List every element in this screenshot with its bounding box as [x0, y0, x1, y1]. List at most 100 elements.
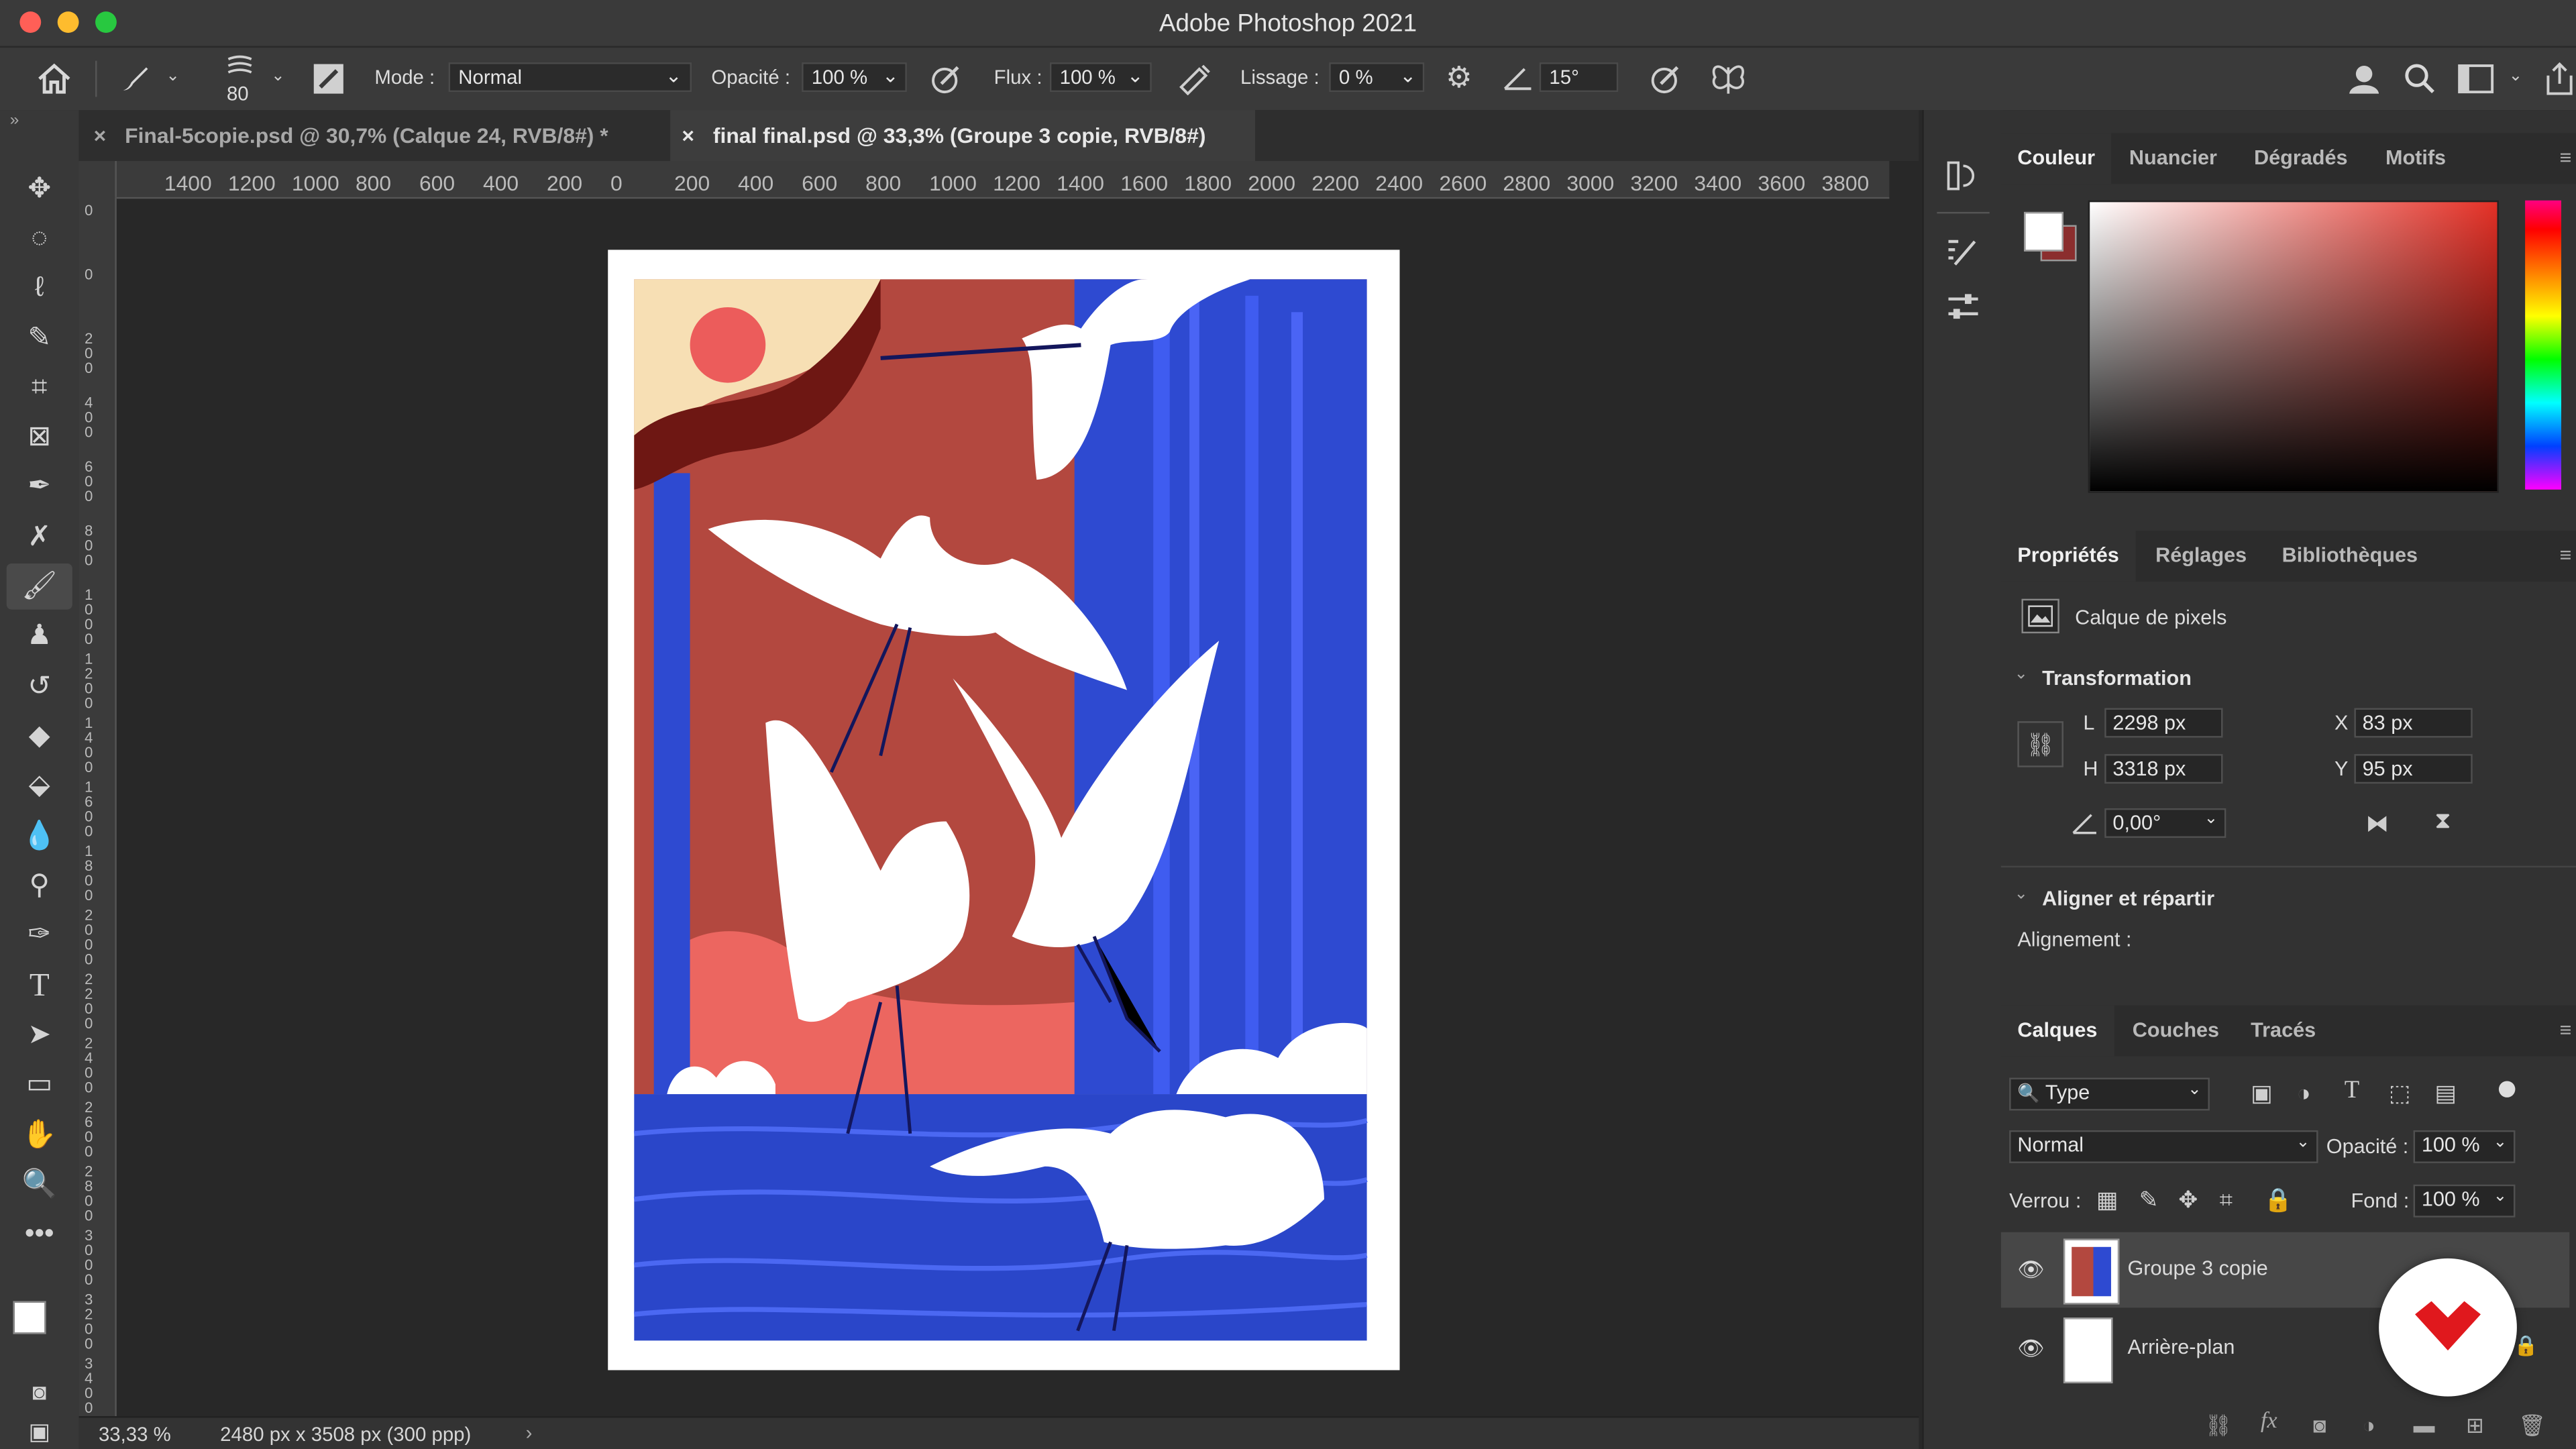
path-selection-tool-icon[interactable]: ➤ [16, 1015, 62, 1055]
brush-settings-icon[interactable] [1945, 235, 1982, 268]
quick-mask-icon[interactable]: ◙ [16, 1372, 62, 1411]
filter-shape-icon[interactable]: ⬚ [2389, 1079, 2410, 1108]
panel-menu-icon[interactable]: ≡ [2560, 133, 2572, 184]
new-group-icon[interactable]: ▬ [2414, 1413, 2435, 1438]
lock-all-icon[interactable]: 🔒 [2264, 1186, 2293, 1214]
filter-smart-object-icon[interactable]: ▤ [2434, 1079, 2456, 1108]
filter-toggle[interactable] [2498, 1081, 2516, 1097]
adjustment-layer-icon[interactable]: ◑ [2363, 1413, 2375, 1438]
search-icon[interactable] [2404, 62, 2436, 95]
layer-filter-select[interactable]: 🔍 Type ⌄ [2009, 1077, 2210, 1111]
eye-icon[interactable]: 👁 [2017, 1256, 2044, 1283]
flip-horizontal-icon[interactable]: ⧓ [2366, 810, 2389, 838]
user-account-icon[interactable] [2346, 61, 2385, 97]
more-tools-icon[interactable]: ••• [16, 1214, 62, 1254]
move-tool-icon[interactable]: ✥ [16, 169, 62, 209]
y-input[interactable]: 95 px [2354, 754, 2473, 784]
brush-preset-picker-icon[interactable] [225, 54, 255, 77]
airbrush-icon[interactable] [1176, 62, 1212, 96]
eye-icon[interactable]: 👁 [2017, 1336, 2044, 1362]
chevron-down-icon[interactable]: ⌄ [2014, 885, 2028, 904]
panel-menu-icon[interactable]: ≡ [2560, 1006, 2572, 1057]
zoom-tool-icon[interactable]: 🔍 [16, 1165, 62, 1204]
stamp-tool-icon[interactable]: ♟ [16, 616, 62, 655]
layer-effects-icon[interactable]: fx [2261, 1409, 2277, 1436]
chevron-right-icon[interactable]: › [526, 1421, 533, 1444]
home-icon[interactable] [36, 62, 72, 95]
quick-selection-tool-icon[interactable]: ✎ [16, 319, 62, 358]
new-layer-icon[interactable]: ⊞ [2466, 1413, 2484, 1439]
color-picker-field[interactable] [2088, 200, 2499, 493]
zoom-level[interactable]: 33,33 % [99, 1423, 171, 1446]
filter-adjustment-icon[interactable]: ◑ [2297, 1079, 2311, 1106]
brush-settings-panel-icon[interactable] [312, 62, 345, 95]
lock-transparent-icon[interactable]: ▦ [2096, 1186, 2118, 1214]
tab-bibliotheques[interactable]: Bibliothèques [2282, 531, 2418, 582]
pressure-size-icon[interactable] [1648, 62, 1684, 95]
foreground-color-swatch[interactable] [13, 1301, 46, 1334]
opacity-input[interactable]: 100 % ⌄ [802, 62, 907, 93]
mode-select[interactable]: Normal ⌄ [448, 62, 692, 93]
share-icon[interactable] [2543, 61, 2576, 97]
foreground-color-swatch[interactable] [2024, 211, 2063, 252]
brush-tool-icon[interactable]: 🖌 [16, 567, 62, 606]
align-section-title[interactable]: Aligner et répartir [2042, 887, 2214, 910]
hand-tool-icon[interactable]: ✋ [16, 1116, 62, 1155]
flip-vertical-icon[interactable]: ⧗ [2434, 806, 2451, 835]
width-input[interactable]: 2298 px [2104, 708, 2223, 738]
eyedropper-tool-icon[interactable]: ✒ [16, 467, 62, 506]
tab-couleur[interactable]: Couleur [2000, 133, 2112, 184]
tab-reglages[interactable]: Réglages [2155, 531, 2247, 582]
close-tab-icon[interactable]: × [94, 110, 107, 161]
close-tab-icon[interactable]: × [682, 110, 694, 161]
blur-tool-icon[interactable]: 💧 [16, 816, 62, 856]
tab-final-5copie[interactable]: × Final-5copie.psd @ 30,7% (Calque 24, R… [78, 110, 671, 162]
tab-nuancier[interactable]: Nuancier [2129, 133, 2217, 184]
filter-pixel-icon[interactable]: ▣ [2251, 1079, 2272, 1108]
screen-mode-icon[interactable]: ▣ [16, 1411, 62, 1449]
healing-tool-icon[interactable]: ✗ [16, 517, 62, 557]
lock-artboard-icon[interactable]: ⌗ [2220, 1186, 2233, 1214]
dodge-tool-icon[interactable]: ⚲ [16, 866, 62, 906]
filter-type-icon[interactable]: T [2345, 1078, 2359, 1106]
history-brush-tool-icon[interactable]: ↺ [16, 667, 62, 706]
delete-layer-icon[interactable]: 🗑 [2518, 1413, 2545, 1439]
marquee-tool-icon[interactable]: ◌ [16, 219, 62, 258]
frame-tool-icon[interactable]: ⊠ [16, 417, 62, 457]
type-tool-icon[interactable]: T [16, 966, 62, 1006]
canvas-area[interactable] [116, 199, 1890, 1417]
rectangle-tool-icon[interactable]: ▭ [16, 1065, 62, 1104]
eraser-tool-icon[interactable]: ◆ [16, 716, 62, 756]
height-input[interactable]: 3318 px [2104, 754, 2223, 784]
chevron-down-icon[interactable]: ⌄ [2509, 68, 2523, 85]
blend-mode-select[interactable]: Normal ⌄ [2009, 1130, 2318, 1163]
x-input[interactable]: 83 px [2354, 708, 2473, 738]
transform-section-title[interactable]: Transformation [2042, 667, 2192, 690]
chevron-down-icon[interactable]: ⌄ [271, 68, 285, 85]
hue-slider[interactable] [2525, 200, 2561, 490]
link-proportions-icon[interactable]: ⛓ [2017, 721, 2063, 767]
pen-tool-icon[interactable]: ✑ [16, 915, 62, 955]
adjustments-sliders-icon[interactable] [1945, 290, 1982, 323]
tab-motifs[interactable]: Motifs [2385, 133, 2446, 184]
add-mask-icon[interactable]: ◙ [2313, 1413, 2326, 1438]
brush-tool-preset-icon[interactable] [118, 62, 151, 95]
tab-calques[interactable]: Calques [2000, 1005, 2114, 1057]
lock-position-icon[interactable]: ✥ [2178, 1186, 2198, 1214]
history-icon[interactable] [1945, 160, 1982, 193]
flow-input[interactable]: 100 % ⌄ [1049, 62, 1152, 93]
tab-couches[interactable]: Couches [2133, 1006, 2219, 1057]
link-layers-icon[interactable]: ⛓ [2205, 1413, 2232, 1439]
chevron-down-icon[interactable]: ⌄ [2014, 665, 2028, 684]
layer-opacity-input[interactable]: 100 % ⌄ [2413, 1130, 2516, 1163]
tab-degrades[interactable]: Dégradés [2254, 133, 2348, 184]
brush-angle-input[interactable]: 15° [1539, 62, 1619, 93]
panel-menu-icon[interactable]: ≡ [2560, 531, 2572, 582]
tab-proprietes[interactable]: Propriétés [2000, 531, 2136, 582]
symmetry-butterfly-icon[interactable] [1709, 61, 1748, 97]
pressure-opacity-icon[interactable] [928, 62, 965, 95]
lasso-tool-icon[interactable]: ℓ [16, 268, 62, 307]
tab-traces[interactable]: Tracés [2251, 1006, 2316, 1057]
expand-panel-icon[interactable]: » [10, 113, 19, 129]
fill-input[interactable]: 100 % ⌄ [2413, 1184, 2516, 1218]
